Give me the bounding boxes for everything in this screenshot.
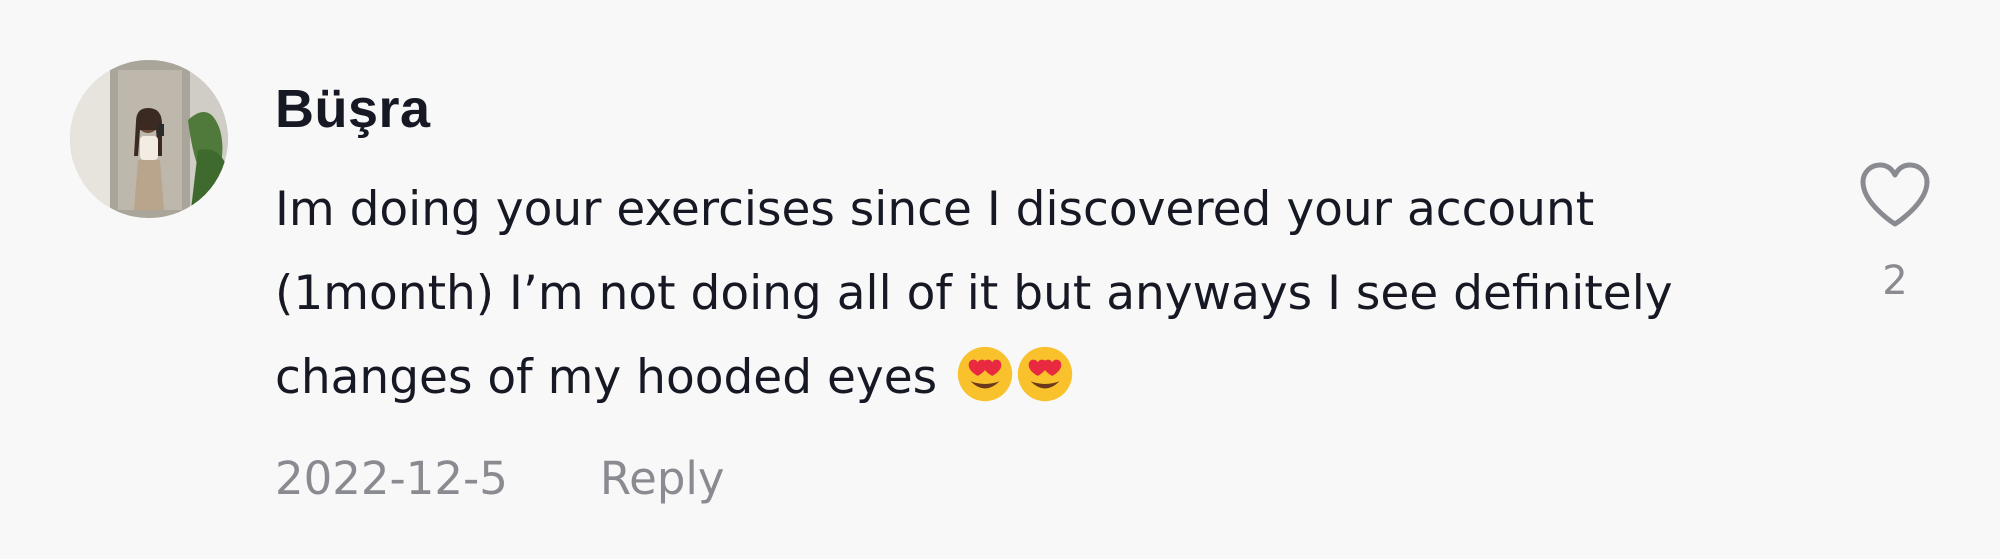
heart-eyes-emoji-icon xyxy=(1017,346,1073,402)
like-count: 2 xyxy=(1882,258,1908,304)
heart-eyes-emoji-icon xyxy=(957,346,1013,402)
comment-meta: 2022-12-5 Reply xyxy=(275,452,725,505)
comment-body: Im doing your exercises since I discover… xyxy=(275,168,1755,420)
like-button[interactable] xyxy=(1857,160,1933,230)
comment-item: Büşra Im doing your exercises since I di… xyxy=(0,0,2000,559)
avatar-photo xyxy=(70,60,228,218)
reply-button[interactable]: Reply xyxy=(600,452,725,505)
comment-date: 2022-12-5 xyxy=(275,452,508,505)
comment-username[interactable]: Büşra xyxy=(275,78,431,140)
avatar[interactable] xyxy=(70,60,228,218)
heart-outline-icon xyxy=(1860,162,1930,227)
